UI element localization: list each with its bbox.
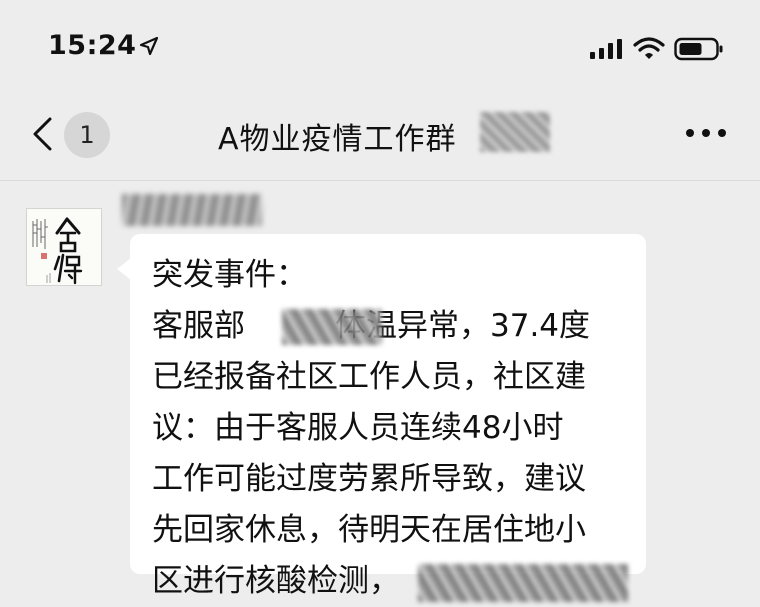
status-time: 15:24 <box>48 30 137 61</box>
message-line: 客服部 体温异常，37.4度 <box>152 308 591 345</box>
bubble-tail <box>117 258 131 280</box>
status-bar: 15:24 <box>0 0 760 90</box>
chevron-left-icon[interactable] <box>28 116 58 152</box>
unread-count-badge[interactable]: 1 <box>64 112 110 158</box>
cellular-signal-icon <box>590 39 622 59</box>
chat-title: A物业疫情工作群 <box>218 122 457 157</box>
message-bubble[interactable]: 突发事件： 客服部 体温异常，37.4度 已经报备社区工作人员，社区建 议：由于客… <box>130 234 646 602</box>
redacted-sender-name <box>122 194 262 226</box>
message-line: 已经报备社区工作人员，社区建 <box>152 359 586 395</box>
avatar-calligraphy-image <box>27 209 101 285</box>
redacted-title-part <box>480 112 550 152</box>
more-dots-icon[interactable] <box>684 118 728 148</box>
message-line: 突发事件： <box>152 257 307 293</box>
redacted-text <box>418 564 628 602</box>
message-line: 区进行核酸检测， <box>152 556 646 607</box>
sender-avatar[interactable] <box>26 208 102 286</box>
chat-nav-bar: 1 A物业疫情工作群 <box>0 90 760 181</box>
redacted-name <box>282 309 382 345</box>
message-line: 议：由于客服人员连续48小时 <box>152 410 564 446</box>
wifi-icon <box>633 37 665 59</box>
battery-icon <box>674 37 723 61</box>
location-arrow-icon <box>139 36 159 56</box>
message-line: 先回家休息，待明天在居住地小 <box>152 512 586 548</box>
message-line: 工作可能过度劳累所导致，建议 <box>152 461 586 497</box>
